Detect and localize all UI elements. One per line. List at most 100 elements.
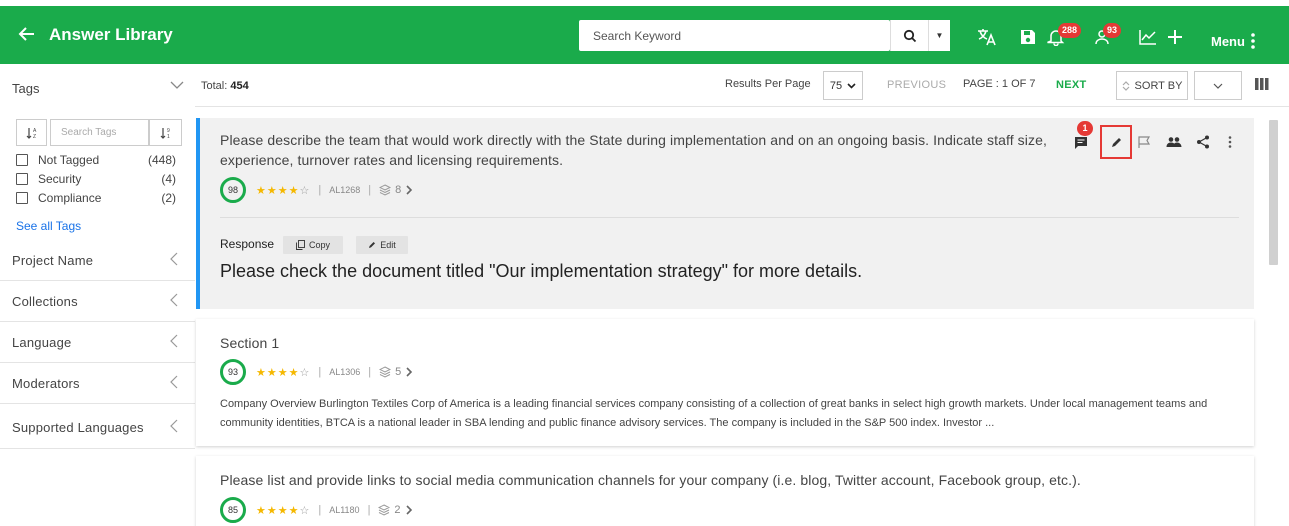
filter-collections[interactable]: Collections — [0, 281, 195, 322]
separator: | — [318, 184, 322, 196]
tags-heading: Tags — [12, 81, 40, 96]
notifications-badge: 288 — [1058, 23, 1082, 38]
sort-num-button[interactable]: 91 — [149, 119, 182, 146]
versions[interactable]: 5 — [379, 366, 413, 378]
filter-label: Supported Languages — [12, 420, 144, 435]
svg-text:1: 1 — [167, 134, 170, 140]
rating-stars: ★★★★☆ — [256, 366, 311, 379]
sort-order-dropdown[interactable] — [1194, 71, 1242, 100]
flag-icon[interactable] — [1133, 130, 1157, 154]
sort-by-label: SORT BY — [1134, 79, 1183, 92]
answer-card[interactable]: Section 1 93 ★★★★☆ | AL1306 | 5 Company … — [196, 319, 1254, 446]
search-button[interactable] — [890, 20, 928, 51]
chevron-right-icon — [406, 367, 413, 377]
answer-id: AL1180 — [329, 505, 360, 515]
sort-numeric-icon: 91 — [160, 127, 170, 140]
sidebar: Tags AZ 91 Not Tagged (448) Security (4)… — [0, 64, 195, 526]
versions[interactable]: 2 — [378, 504, 412, 516]
edit-label: Edit — [380, 240, 396, 250]
edit-button[interactable] — [1100, 125, 1132, 159]
search-box — [579, 20, 890, 51]
separator: | — [368, 366, 372, 378]
tag-search-input[interactable] — [51, 120, 148, 145]
rating-stars: ★★★★☆ — [256, 504, 311, 517]
sort-asc-button[interactable]: AZ — [16, 119, 47, 146]
filter-supported-languages[interactable]: Supported Languages — [0, 404, 195, 449]
menu-label: Menu — [1211, 33, 1245, 49]
more-vertical-icon[interactable] — [1218, 130, 1242, 154]
chevron-down-icon[interactable] — [170, 79, 184, 93]
copy-button[interactable]: Copy — [283, 236, 343, 254]
checkbox[interactable] — [16, 192, 28, 204]
analytics-icon[interactable] — [1136, 26, 1160, 48]
tag-item[interactable]: Not Tagged (448) — [16, 152, 176, 168]
separator: | — [318, 366, 322, 378]
chevron-left-icon — [170, 334, 178, 351]
copy-icon — [296, 240, 305, 250]
menu-button[interactable]: Menu — [1211, 33, 1255, 49]
total-label: Total: — [201, 80, 228, 92]
columns-icon[interactable] — [1255, 78, 1269, 93]
answer-meta: 98 ★★★★☆ | AL1268 | 8 — [220, 177, 413, 203]
question-text: Please list and provide links to social … — [220, 472, 1081, 488]
tag-count: (4) — [161, 172, 176, 186]
results-per-page-select[interactable]: 75 — [823, 71, 863, 100]
translate-icon[interactable] — [975, 26, 999, 48]
sort-by-button[interactable]: SORT BY — [1116, 71, 1188, 100]
top-bar: Answer Library ▼ 288 93 Menu — [0, 6, 1289, 64]
share-icon[interactable] — [1191, 130, 1215, 154]
checkbox[interactable] — [16, 173, 28, 185]
sort-icon — [1122, 80, 1129, 91]
more-vertical-icon — [1251, 33, 1255, 49]
search-dropdown-button[interactable]: ▼ — [928, 20, 950, 51]
pencil-icon — [1111, 137, 1121, 147]
versions[interactable]: 8 — [379, 184, 413, 196]
rating-stars: ★★★★☆ — [256, 184, 311, 197]
chevron-left-icon — [170, 293, 178, 310]
sort-alpha-asc-icon: AZ — [26, 127, 37, 140]
filter-label: Moderators — [12, 376, 80, 391]
save-icon[interactable] — [1016, 26, 1040, 48]
filter-label: Collections — [12, 294, 78, 309]
filter-project-name[interactable]: Project Name — [0, 240, 195, 281]
filter-label: Project Name — [12, 253, 94, 268]
back-arrow-icon[interactable] — [17, 24, 37, 44]
search-input[interactable] — [579, 20, 890, 51]
separator: | — [318, 504, 322, 516]
previous-page-button[interactable]: PREVIOUS — [887, 79, 946, 91]
answer-card[interactable]: Please describe the team that would work… — [196, 118, 1254, 309]
add-icon[interactable] — [1163, 26, 1187, 48]
divider — [220, 217, 1239, 218]
next-page-button[interactable]: NEXT — [1056, 79, 1087, 91]
see-all-tags-link[interactable]: See all Tags — [16, 219, 81, 233]
score-ring: 93 — [220, 359, 246, 385]
answer-id: AL1268 — [329, 185, 361, 195]
filter-language[interactable]: Language — [0, 322, 195, 363]
layers-icon — [379, 366, 392, 378]
page-indicator: PAGE : 1 OF 7 — [963, 78, 1036, 90]
answer-card[interactable]: Please list and provide links to social … — [196, 456, 1254, 526]
scrollbar[interactable] — [1269, 120, 1278, 265]
version-count: 2 — [394, 504, 401, 516]
separator: | — [367, 504, 371, 516]
layers-icon — [378, 504, 391, 516]
chevron-down-icon — [847, 82, 856, 89]
score-ring: 98 — [220, 177, 246, 203]
tag-count: (2) — [161, 191, 176, 205]
tag-item[interactable]: Security (4) — [16, 171, 176, 187]
chevron-left-icon — [170, 252, 178, 269]
edit-response-button[interactable]: Edit — [356, 236, 408, 254]
people-icon[interactable] — [1162, 130, 1186, 154]
answer-meta: 93 ★★★★☆ | AL1306 | 5 — [220, 359, 413, 385]
filter-moderators[interactable]: Moderators — [0, 363, 195, 404]
svg-text:Z: Z — [33, 134, 36, 140]
copy-label: Copy — [308, 240, 330, 250]
tag-item[interactable]: Compliance (2) — [16, 190, 176, 206]
tag-count: (448) — [147, 153, 176, 167]
tag-label: Not Tagged — [38, 153, 100, 167]
checkbox[interactable] — [16, 154, 28, 166]
version-count: 5 — [395, 366, 402, 378]
answer-meta: 85 ★★★★☆ | AL1180 | 2 — [220, 497, 413, 523]
answer-body: Company Overview Burlington Textiles Cor… — [220, 398, 1208, 429]
results-toolbar: Total: 454 Results Per Page 75 PREVIOUS … — [195, 64, 1289, 107]
